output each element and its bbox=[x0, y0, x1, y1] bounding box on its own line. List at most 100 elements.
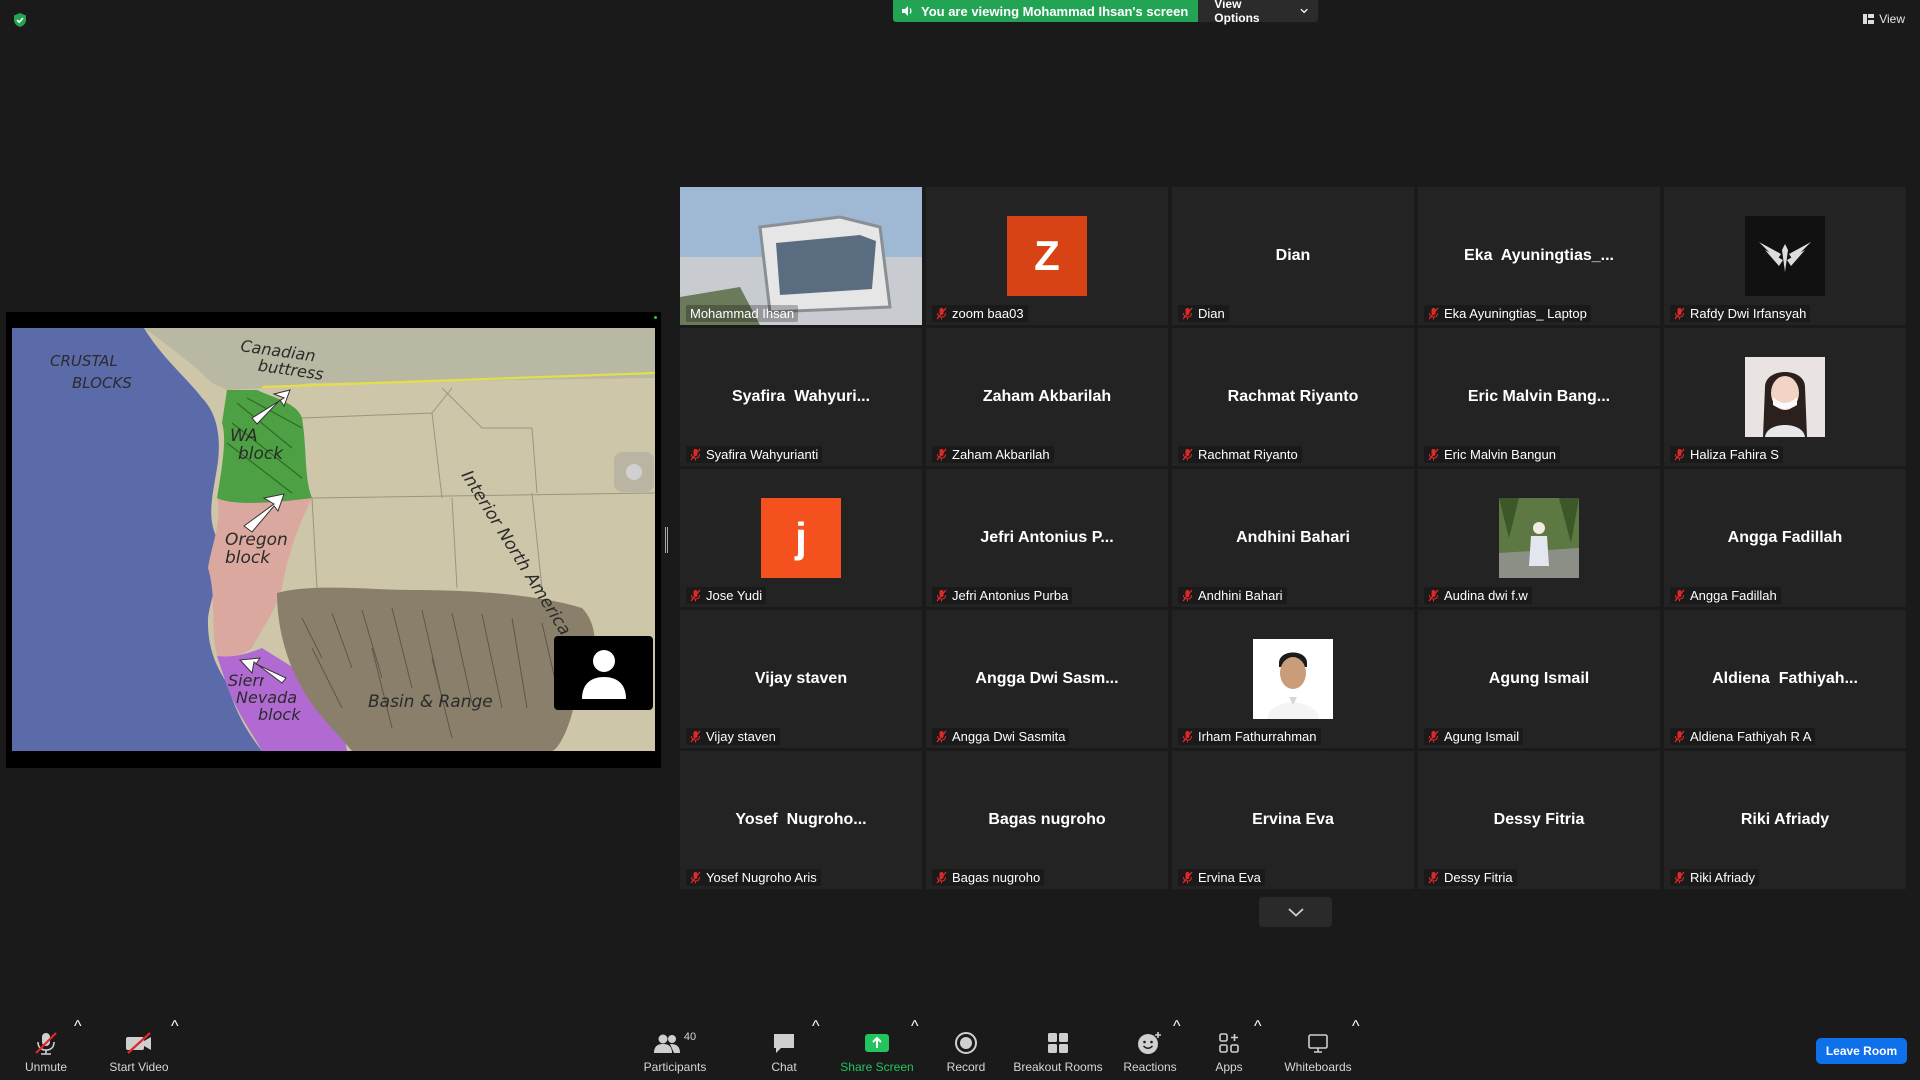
participant-tile[interactable]: Rachmat Riyanto Rachmat Riyanto bbox=[1172, 328, 1414, 466]
participant-tile[interactable]: Audina dwi f.w bbox=[1418, 469, 1660, 607]
microphone-muted-icon bbox=[1674, 589, 1685, 602]
participant-display-name: Syafira Wahyuri... bbox=[731, 388, 871, 405]
chat-button[interactable]: Chat bbox=[762, 1018, 806, 1080]
unmute-button[interactable]: Unmute bbox=[20, 1018, 72, 1080]
record-button[interactable]: Record bbox=[942, 1018, 990, 1080]
share-screen-label: Share Screen bbox=[840, 1060, 914, 1074]
participant-tile[interactable]: Zzoom baa03 bbox=[926, 187, 1168, 325]
participant-name: Haliza Fahira S bbox=[1690, 447, 1779, 462]
participant-tile[interactable]: Mohammad Ihsan bbox=[680, 187, 922, 325]
participant-name-label: Dessy Fitria bbox=[1424, 869, 1517, 886]
reactions-options-caret[interactable]: ^ bbox=[1173, 1018, 1181, 1080]
participant-tile[interactable]: Agung Ismail Agung Ismail bbox=[1418, 610, 1660, 748]
whiteboards-button[interactable]: Whiteboards bbox=[1282, 1018, 1354, 1080]
share-options-caret[interactable]: ^ bbox=[911, 1018, 919, 1080]
security-shield-icon[interactable] bbox=[12, 12, 28, 28]
participant-logo-avatar bbox=[1745, 216, 1825, 296]
participant-name-label: Haliza Fahira S bbox=[1670, 446, 1783, 463]
reactions-button[interactable]: Reactions bbox=[1123, 1018, 1177, 1080]
participant-tile[interactable]: Yosef Nugroho... Yosef Nugroho Aris bbox=[680, 751, 922, 889]
view-options-button[interactable]: View Options bbox=[1198, 0, 1319, 25]
participant-tile[interactable]: j Jose Yudi bbox=[680, 469, 922, 607]
presenter-status-dot bbox=[654, 316, 657, 319]
participant-tile[interactable]: Ervina Eva Ervina Eva bbox=[1172, 751, 1414, 889]
participant-tile[interactable]: Riki Afriady Riki Afriady bbox=[1664, 751, 1906, 889]
participant-name: Ervina Eva bbox=[1198, 870, 1261, 885]
participant-avatar-initial: Z bbox=[1007, 216, 1087, 296]
participant-name: Yosef Nugroho Aris bbox=[706, 870, 817, 885]
chat-options-caret[interactable]: ^ bbox=[812, 1018, 820, 1080]
breakout-rooms-label: Breakout Rooms bbox=[1013, 1060, 1103, 1074]
speaker-icon bbox=[902, 6, 912, 16]
map-label-crustal-blocks: CRUSTAL BLOCKS bbox=[50, 352, 132, 392]
participant-name: Riki Afriady bbox=[1690, 870, 1756, 885]
participant-tile[interactable]: Rafdy Dwi Irfansyah bbox=[1664, 187, 1906, 325]
participant-name-label: Riki Afriady bbox=[1670, 869, 1760, 886]
participant-name-label: Jefri Antonius Purba bbox=[932, 587, 1073, 604]
participant-tile[interactable]: Dessy Fitria Dessy Fitria bbox=[1418, 751, 1660, 889]
chat-bubble-icon bbox=[774, 1034, 794, 1053]
record-icon bbox=[955, 1032, 977, 1054]
participant-tile[interactable]: Vijay staven Vijay staven bbox=[680, 610, 922, 748]
participant-tile[interactable]: Aldiena Fathiyah... Aldiena Fathiyah R A bbox=[1664, 610, 1906, 748]
participant-tile[interactable]: Haliza Fahira S bbox=[1664, 328, 1906, 466]
participant-display-name: Eka Ayuningtias_... bbox=[1464, 247, 1614, 264]
participant-name-label: Angga Fadillah bbox=[1670, 587, 1781, 604]
participant-name: Eric Malvin Bangun bbox=[1444, 447, 1556, 462]
microphone-muted-icon bbox=[1674, 871, 1685, 884]
reactions-label: Reactions bbox=[1123, 1060, 1177, 1074]
participant-name-label: Eka Ayuningtias_ Laptop bbox=[1424, 305, 1591, 322]
participant-display-name: Riki Afriady bbox=[1740, 811, 1830, 828]
participant-tile[interactable]: Syafira Wahyuri... Syafira Wahyurianti bbox=[680, 328, 922, 466]
participant-name: Aldiena Fathiyah R A bbox=[1690, 729, 1812, 744]
whiteboards-options-caret[interactable]: ^ bbox=[1352, 1018, 1360, 1080]
participant-tile[interactable]: Bagas nugroho Bagas nugroho bbox=[926, 751, 1168, 889]
microphone-muted-icon bbox=[1182, 871, 1193, 884]
share-screen-button[interactable]: Share Screen bbox=[838, 1018, 916, 1080]
user-silhouette-icon bbox=[581, 650, 626, 699]
profile-photo-woman bbox=[1763, 372, 1807, 437]
participant-display-name: Zaham Akbarilah bbox=[982, 388, 1112, 405]
participant-tile[interactable]: Andhini Bahari Andhini Bahari bbox=[1172, 469, 1414, 607]
participant-tile[interactable]: Jefri Antonius P... Jefri Antonius Purba bbox=[926, 469, 1168, 607]
meeting-toolbar: Unmute ^ Start Video ^ 40 Participants C… bbox=[0, 1018, 1920, 1080]
participant-tile[interactable]: Irham Fathurrahman bbox=[1172, 610, 1414, 748]
participant-tile[interactable]: Angga Dwi Sasm... Angga Dwi Sasmita bbox=[926, 610, 1168, 748]
participant-tile[interactable]: Eka Ayuningtias_... Eka Ayuningtias_ Lapt… bbox=[1418, 187, 1660, 325]
participant-tile[interactable]: Angga Fadillah Angga Fadillah bbox=[1664, 469, 1906, 607]
view-layout-button[interactable]: View bbox=[1863, 12, 1905, 26]
panel-resize-handle[interactable] bbox=[665, 527, 668, 553]
participant-name-label: Rafdy Dwi Irfansyah bbox=[1670, 305, 1811, 322]
leave-room-button[interactable]: Leave Room bbox=[1816, 1038, 1907, 1064]
apps-button[interactable]: Apps bbox=[1212, 1018, 1246, 1080]
winged-emblem-icon bbox=[1759, 242, 1811, 272]
view-options-label: View Options bbox=[1214, 0, 1260, 25]
participant-tile[interactable]: Dian Dian bbox=[1172, 187, 1414, 325]
banner-text: You are viewing Mohammad Ihsan's screen bbox=[921, 3, 1189, 19]
apps-label: Apps bbox=[1215, 1060, 1243, 1074]
microphone-muted-icon bbox=[1428, 730, 1439, 743]
participant-display-name: Angga Dwi Sasm... bbox=[975, 670, 1119, 687]
participant-display-name: Yosef Nugroho... bbox=[735, 811, 867, 828]
shared-screen-panel[interactable]: CRUSTAL BLOCKS Canadian buttress WA bloc… bbox=[6, 312, 661, 768]
unmute-label: Unmute bbox=[24, 1060, 68, 1074]
presenter-avatar-thumbnail[interactable] bbox=[554, 636, 653, 710]
participants-button[interactable]: 40 Participants bbox=[641, 1018, 709, 1080]
microphone-muted-icon bbox=[690, 448, 701, 461]
participant-name: Rafdy Dwi Irfansyah bbox=[1690, 306, 1807, 321]
start-video-button[interactable]: Start Video bbox=[108, 1018, 170, 1080]
participant-gallery: Mohammad Ihsan Zzoom baa03 Dian Dian Eka Ayu… bbox=[680, 187, 1910, 889]
chevron-down-icon bbox=[1300, 8, 1308, 14]
profile-photo-man bbox=[1253, 639, 1333, 719]
participant-tile[interactable]: Eric Malvin Bang... Eric Malvin Bangun bbox=[1418, 328, 1660, 466]
audio-options-caret[interactable]: ^ bbox=[74, 1018, 82, 1080]
viewing-screen-indicator: You are viewing Mohammad Ihsan's screen bbox=[893, 0, 1199, 22]
next-page-button[interactable] bbox=[1259, 897, 1332, 927]
microphone-muted-icon bbox=[936, 871, 947, 884]
microphone-muted-icon bbox=[936, 589, 947, 602]
breakout-rooms-button[interactable]: Breakout Rooms bbox=[1012, 1018, 1104, 1080]
apps-options-caret[interactable]: ^ bbox=[1254, 1018, 1262, 1080]
video-options-caret[interactable]: ^ bbox=[171, 1018, 179, 1080]
floating-control-button[interactable] bbox=[614, 452, 654, 492]
participant-tile[interactable]: Zaham Akbarilah Zaham Akbarilah bbox=[926, 328, 1168, 466]
